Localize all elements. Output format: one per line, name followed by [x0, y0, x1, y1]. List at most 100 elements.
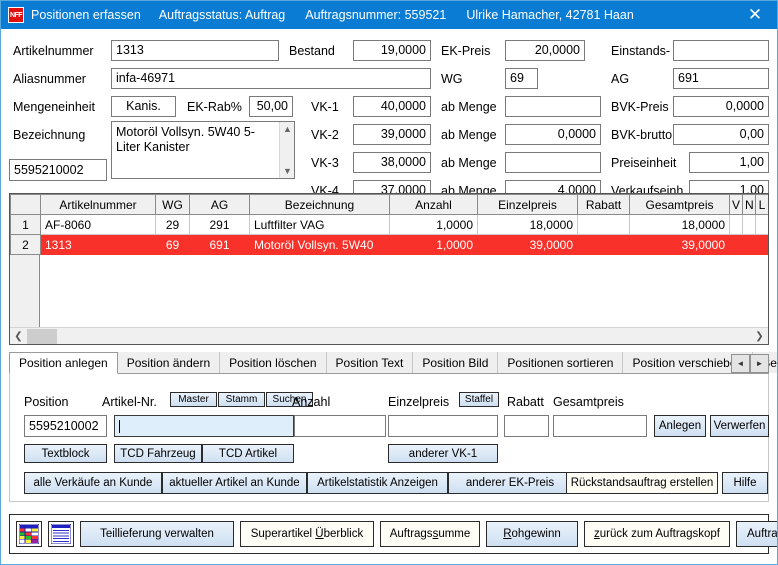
- tab-position-aendern[interactable]: Position ändern: [117, 352, 221, 373]
- rueckstandsauftrag-button[interactable]: Rückstandsauftrag erstellen: [566, 472, 718, 494]
- list-view-icon[interactable]: [48, 521, 74, 547]
- tab-position-loeschen[interactable]: Position löschen: [220, 352, 327, 373]
- bvk-preis-input[interactable]: 0,0000: [673, 96, 769, 117]
- chevron-left-icon[interactable]: ❮: [10, 328, 27, 345]
- artikel-nr-input[interactable]: [114, 415, 294, 437]
- col-n[interactable]: N: [742, 194, 756, 215]
- bestand-input[interactable]: 19,0000: [353, 40, 431, 61]
- col-gesamtpreis[interactable]: Gesamtpreis: [629, 194, 730, 215]
- scrollbar-thumb[interactable]: [27, 328, 57, 344]
- chevron-right-icon[interactable]: ❯: [751, 328, 768, 345]
- gesamtpreis-input[interactable]: [553, 415, 647, 437]
- anlegen-button[interactable]: Anlegen: [654, 415, 706, 437]
- col-g[interactable]: G: [769, 195, 770, 215]
- cell-wg[interactable]: 29: [155, 214, 190, 235]
- cell-gesamtpreis[interactable]: 39,0000: [629, 234, 730, 255]
- positions-table[interactable]: Artikelnummer WG AG Bezeichnung Anzahl E…: [9, 193, 769, 345]
- tab-scroll-right-icon[interactable]: ►: [750, 354, 769, 373]
- ag-input[interactable]: 691: [673, 68, 769, 89]
- cell-g[interactable]: [769, 215, 770, 235]
- alle-verkaeufe-button[interactable]: alle Verkäufe an Kunde: [24, 472, 162, 494]
- ab-menge-3-input[interactable]: [505, 152, 601, 173]
- col-wg[interactable]: WG: [155, 194, 190, 215]
- anderer-ek-preis-button[interactable]: anderer EK-Preis: [448, 472, 572, 494]
- position-id-display[interactable]: 5595210002: [9, 159, 107, 181]
- cell-einzelpreis[interactable]: 39,0000: [477, 234, 578, 255]
- textblock-button[interactable]: Textblock: [24, 444, 107, 463]
- col-rownum[interactable]: [10, 194, 41, 215]
- table-horizontal-scrollbar[interactable]: ❮ ❯: [10, 327, 768, 344]
- artikelnummer-input[interactable]: 1313: [111, 40, 279, 61]
- cell-n[interactable]: [742, 234, 756, 255]
- vk1-input[interactable]: 40,0000: [353, 96, 431, 117]
- cell-artikelnummer[interactable]: AF-8060: [40, 214, 156, 235]
- rohgewinn-button[interactable]: Rohgewinn: [486, 521, 578, 547]
- vk3-input[interactable]: 38,0000: [353, 152, 431, 173]
- staffel-button[interactable]: Staffel: [459, 392, 499, 407]
- auftrag-abschliessen-button[interactable]: Auftrag abschließen (F12): [736, 521, 777, 547]
- tab-position-anlegen[interactable]: Position anlegen: [9, 352, 118, 374]
- row-number[interactable]: 2: [10, 234, 41, 255]
- col-ag[interactable]: AG: [189, 194, 250, 215]
- cell-anzahl[interactable]: 1,0000: [389, 234, 478, 255]
- cell-gesamtpreis[interactable]: 18,0000: [629, 214, 730, 235]
- wg-input[interactable]: 69: [505, 68, 538, 89]
- position-number-input[interactable]: 5595210002: [24, 415, 107, 437]
- cell-rabatt[interactable]: [577, 234, 630, 255]
- cell-l[interactable]: [755, 234, 768, 255]
- cell-wg[interactable]: 69: [155, 234, 190, 255]
- scroll-up-icon[interactable]: ▲: [280, 124, 295, 134]
- table-row[interactable]: 2 1313 69 691 Motoröl Vollsyn. 5W40 1,00…: [10, 234, 770, 255]
- ab-menge-1-input[interactable]: [505, 96, 601, 117]
- cell-l[interactable]: [755, 214, 768, 235]
- bezeichnung-textarea[interactable]: Motoröl Vollsyn. 5W40 5-Liter Kanister ▲…: [111, 121, 295, 179]
- teillieferung-button[interactable]: Teillieferung verwalten: [80, 521, 234, 547]
- row-number[interactable]: 1: [10, 214, 41, 235]
- tcd-fahrzeug-button[interactable]: TCD Fahrzeug: [114, 444, 202, 463]
- col-einzelpreis[interactable]: Einzelpreis: [477, 194, 578, 215]
- auftragssumme-button[interactable]: Auftragssumme: [380, 521, 480, 547]
- close-icon[interactable]: ✕: [733, 1, 777, 29]
- zurueck-auftragskopf-button[interactable]: zurück zum Auftragskopf: [584, 521, 730, 547]
- cell-bezeichnung[interactable]: Luftfilter VAG: [249, 214, 390, 235]
- cell-bezeichnung[interactable]: Motoröl Vollsyn. 5W40: [249, 234, 390, 255]
- hilfe-button[interactable]: Hilfe: [722, 472, 768, 494]
- verwerfen-button[interactable]: Verwerfen: [710, 415, 769, 437]
- cell-einzelpreis[interactable]: 18,0000: [477, 214, 578, 235]
- einzelpreis-input[interactable]: [388, 415, 498, 437]
- tab-position-text[interactable]: Position Text: [326, 352, 414, 373]
- tab-scroll-left-icon[interactable]: ◄: [731, 354, 750, 373]
- rabatt-input[interactable]: [504, 415, 549, 437]
- stamm-button[interactable]: Stamm: [218, 392, 265, 407]
- cell-n[interactable]: [742, 214, 756, 235]
- col-artikelnummer[interactable]: Artikelnummer: [40, 194, 156, 215]
- col-l[interactable]: L: [755, 194, 768, 215]
- col-bezeichnung[interactable]: Bezeichnung: [249, 194, 390, 215]
- color-grid-icon[interactable]: [16, 521, 42, 547]
- col-v[interactable]: V: [729, 194, 743, 215]
- cell-rabatt[interactable]: [577, 214, 630, 235]
- cell-ag[interactable]: 691: [189, 234, 250, 255]
- aliasnummer-input[interactable]: infa-46971: [111, 68, 431, 89]
- artikelstatistik-button[interactable]: Artikelstatistik Anzeigen: [307, 472, 448, 494]
- superartikel-button[interactable]: Superartikel Überblick: [240, 521, 374, 547]
- vk2-input[interactable]: 39,0000: [353, 124, 431, 145]
- preiseinheit-input[interactable]: 1,00: [689, 152, 769, 173]
- ek-preis-input[interactable]: 20,0000: [505, 40, 585, 61]
- einstands-input[interactable]: [673, 40, 769, 61]
- anzahl-input[interactable]: [294, 415, 386, 437]
- table-row[interactable]: 1 AF-8060 29 291 Luftfilter VAG 1,0000 1…: [10, 214, 770, 235]
- col-rabatt[interactable]: Rabatt: [577, 194, 630, 215]
- scroll-down-icon[interactable]: ▼: [280, 166, 295, 176]
- cell-artikelnummer[interactable]: 1313: [40, 234, 156, 255]
- bezeichnung-scrollbar[interactable]: ▲ ▼: [279, 122, 294, 178]
- cell-anzahl[interactable]: 1,0000: [389, 214, 478, 235]
- master-button[interactable]: Master: [170, 392, 217, 407]
- tab-position-bild[interactable]: Position Bild: [413, 352, 499, 373]
- aktueller-artikel-button[interactable]: aktueller Artikel an Kunde: [162, 472, 307, 494]
- col-anzahl[interactable]: Anzahl: [389, 194, 478, 215]
- tcd-artikel-button[interactable]: TCD Artikel: [202, 444, 294, 463]
- cell-v[interactable]: [729, 214, 743, 235]
- cell-g[interactable]: [769, 235, 770, 255]
- anderer-vk1-button[interactable]: anderer VK-1: [388, 444, 498, 463]
